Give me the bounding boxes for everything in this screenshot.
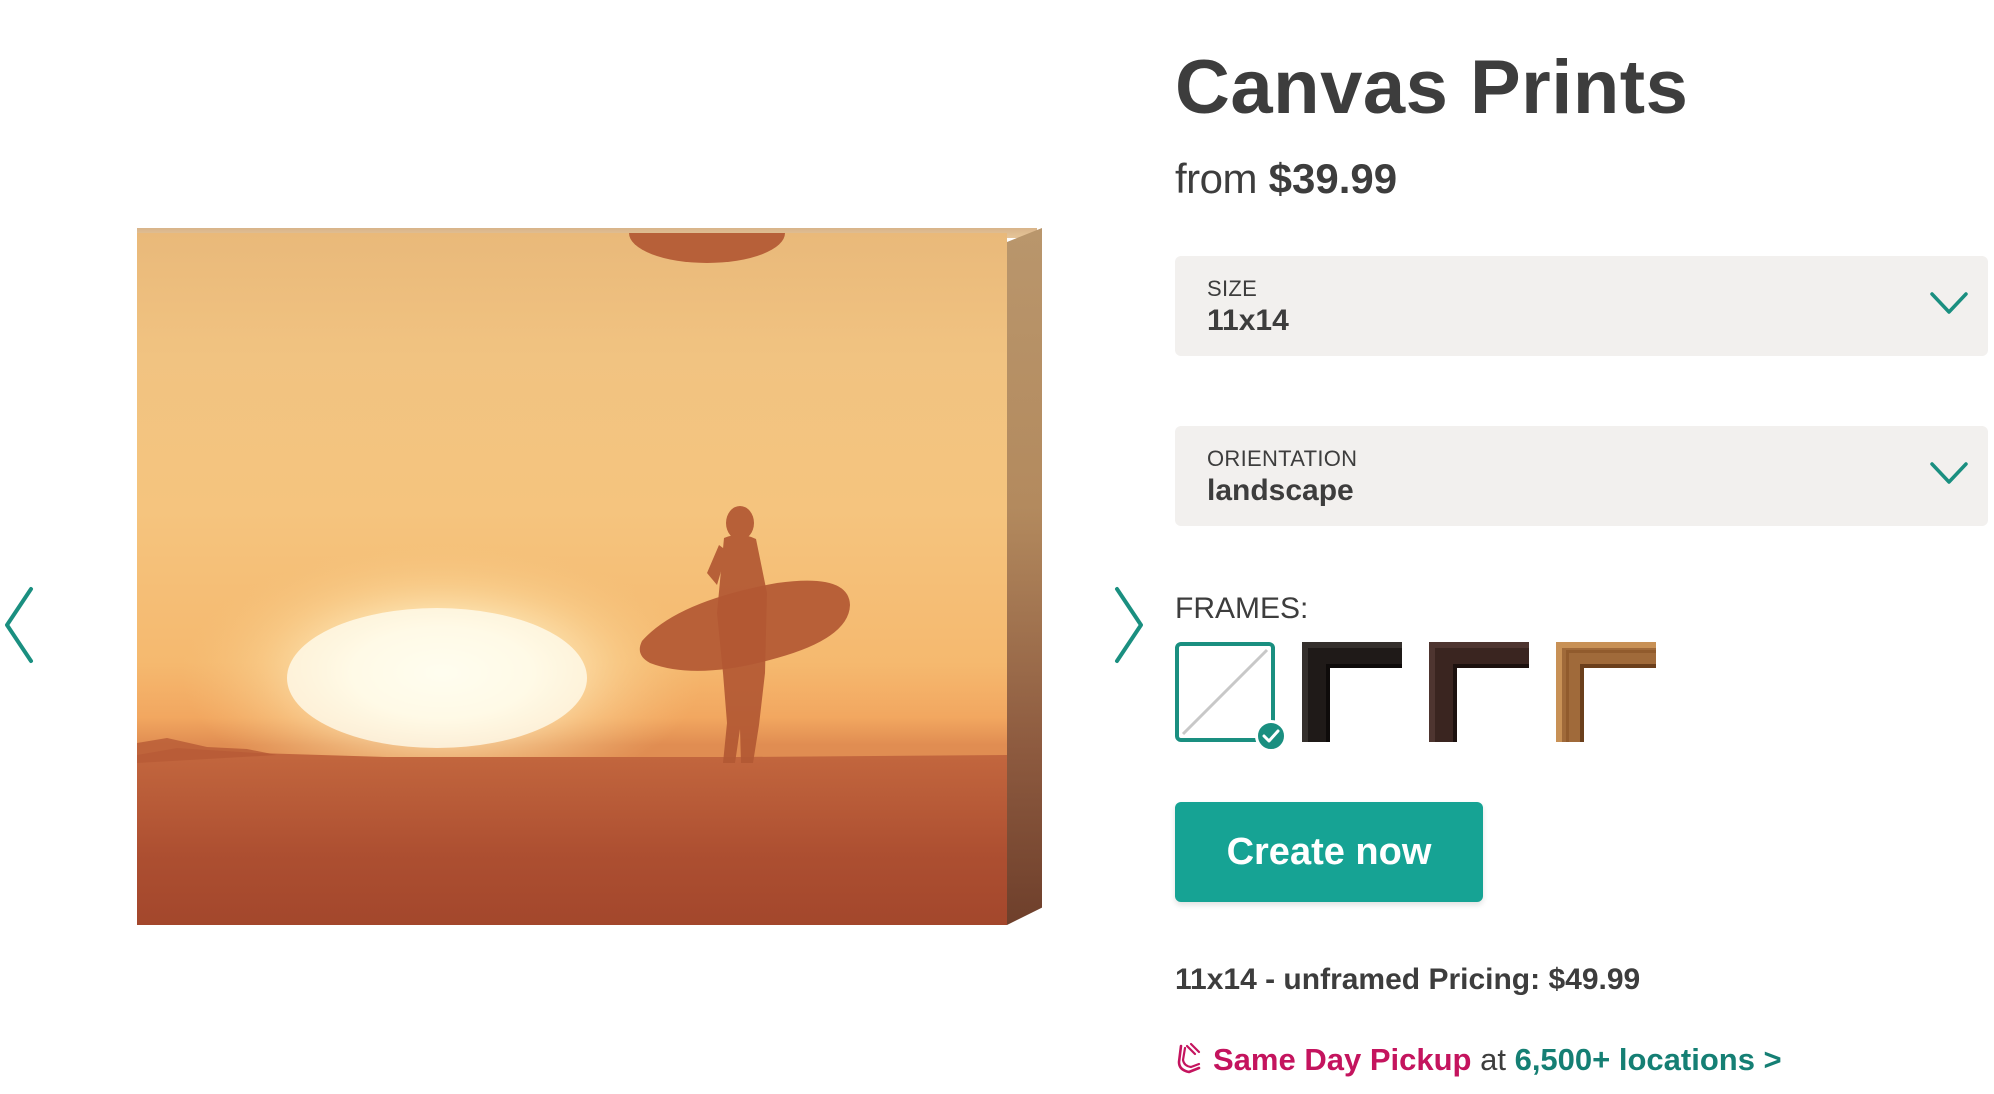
canvas-side-edge — [1007, 228, 1042, 925]
oak-frame-swatch — [1556, 642, 1656, 742]
selected-check-icon — [1255, 720, 1287, 752]
chevron-down-icon — [1930, 292, 1968, 314]
frame-options — [1175, 642, 1775, 752]
gallery-next-button[interactable] — [1108, 580, 1148, 670]
frame-option-espresso[interactable] — [1429, 642, 1529, 742]
create-now-button[interactable]: Create now — [1175, 802, 1483, 902]
size-select[interactable]: SIZE 11x14 — [1175, 256, 1988, 356]
size-select-value: 11x14 — [1207, 304, 1289, 337]
no-frame-icon — [1181, 648, 1269, 736]
espresso-frame-swatch — [1429, 642, 1529, 742]
price-prefix: from — [1175, 155, 1258, 202]
price-line: from $39.99 — [1175, 158, 1397, 200]
frame-option-black[interactable] — [1302, 642, 1402, 742]
frame-option-none[interactable] — [1175, 642, 1287, 752]
pickup-connector: at — [1480, 1042, 1506, 1077]
starting-price: $39.99 — [1268, 155, 1398, 202]
canvas-photo — [137, 233, 1007, 925]
pickup-title: Same Day Pickup — [1213, 1042, 1472, 1077]
orientation-select-value: landscape — [1207, 474, 1354, 507]
product-gallery — [0, 0, 1160, 1094]
chevron-right-icon — [1115, 587, 1143, 663]
same-day-pickup: Same Day Pickup at 6,500+ locations > — [1175, 1042, 1782, 1082]
orientation-select[interactable]: ORIENTATION landscape — [1175, 426, 1988, 526]
black-frame-swatch — [1302, 642, 1402, 742]
pickup-bag-icon — [1175, 1042, 1203, 1082]
product-page: Canvas Prints from $39.99 SIZE 11x14 ORI… — [0, 0, 1994, 1094]
frames-label: FRAMES: — [1175, 592, 1309, 625]
pricing-summary: 11x14 - unframed Pricing: $49.99 — [1175, 963, 1641, 996]
size-select-label: SIZE — [1207, 276, 1258, 301]
frame-option-oak[interactable] — [1556, 642, 1656, 742]
chevron-left-icon — [5, 587, 33, 663]
canvas-product-image — [137, 228, 1042, 925]
gallery-prev-button[interactable] — [0, 580, 40, 670]
product-title: Canvas Prints — [1175, 45, 1689, 130]
orientation-select-label: ORIENTATION — [1207, 446, 1358, 471]
chevron-down-icon — [1930, 462, 1968, 484]
locations-link[interactable]: 6,500+ locations > — [1515, 1042, 1782, 1077]
